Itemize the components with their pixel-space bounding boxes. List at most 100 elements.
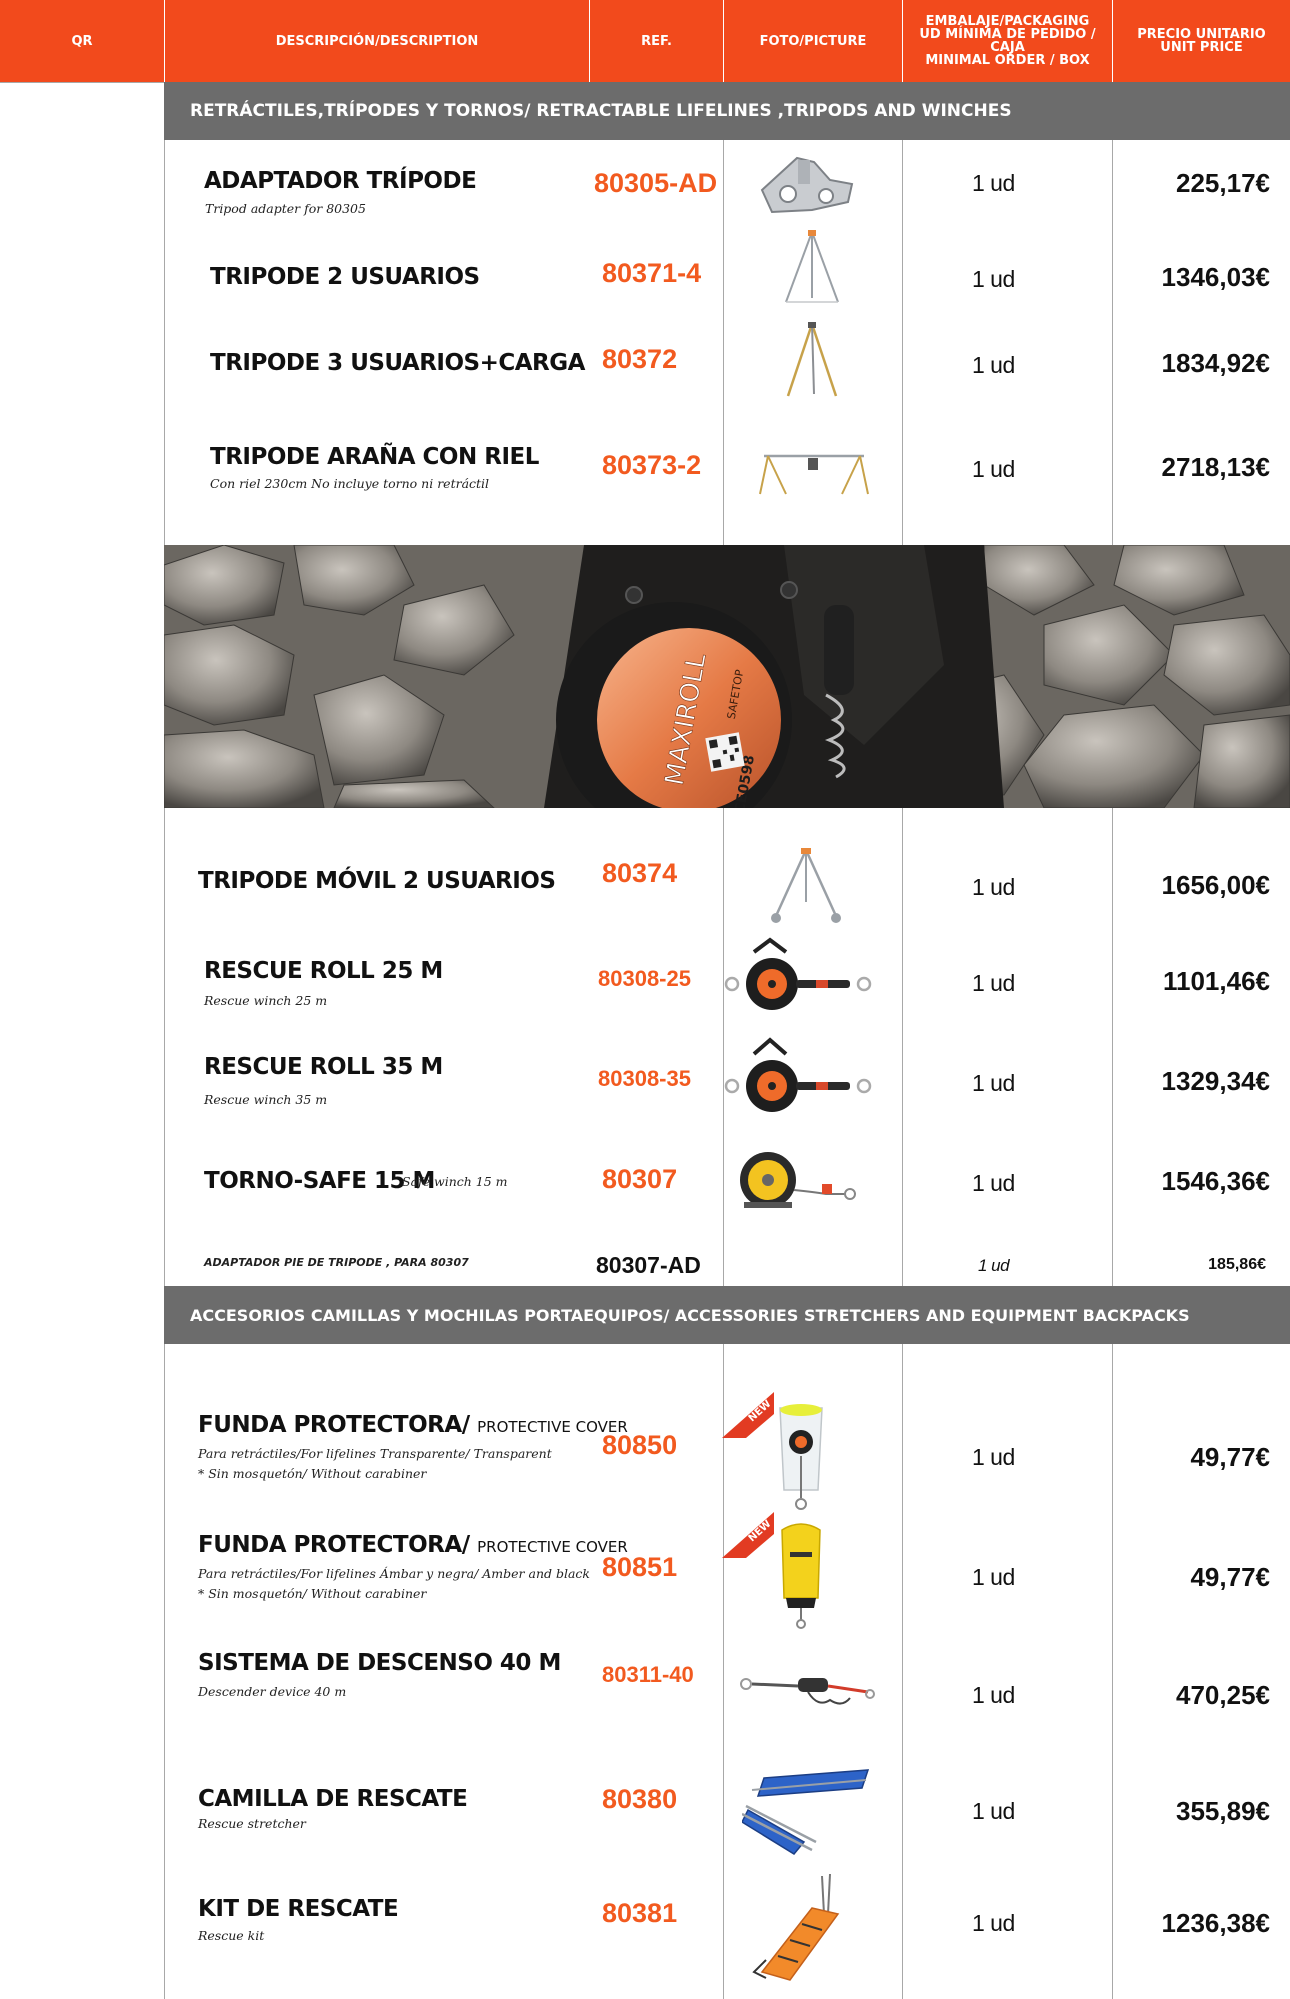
product-unit: 1 ud — [972, 266, 1015, 292]
product-name: TORNO-SAFE 15 M — [204, 1168, 435, 1194]
rescue-winch-icon — [724, 937, 872, 1010]
product-name: RESCUE ROLL 25 M — [204, 958, 443, 984]
tripod-adapter-icon — [760, 156, 854, 214]
header-packaging-line2: UD MÍNIMA DE PEDIDO / CAJA — [919, 27, 1096, 55]
product-price: 1101,46€ — [1162, 966, 1270, 996]
header-packaging: EMBALAJE/PACKAGING UD MÍNIMA DE PEDIDO /… — [903, 0, 1112, 82]
grid-line — [1112, 140, 1113, 545]
product-subtitle: Rescue winch 25 m — [204, 993, 328, 1008]
product-subtitle-note: * Sin mosquetón/ Without carabiner — [198, 1586, 427, 1601]
section-title: RETRÁCTILES,TRÍPODES Y TORNOS/ RETRACTAB… — [164, 82, 1290, 140]
product-name: TRIPODE 2 USUARIOS — [210, 264, 480, 290]
product-price: 1329,34€ — [1161, 1066, 1270, 1096]
product-subtitle: Descender device 40 m — [198, 1684, 347, 1699]
grid-line — [1112, 1344, 1113, 1999]
grid-line — [902, 1344, 903, 1999]
product-name: FUNDA PROTECTORA/ PROTECTIVE COVER — [198, 1532, 628, 1558]
product-name-main: FUNDA PROTECTORA/ — [198, 1532, 470, 1558]
product-subtitle: Para retráctiles/For lifelines Transpare… — [198, 1446, 552, 1461]
grid-line — [723, 140, 724, 545]
product-ref: 80308-35 — [598, 1066, 691, 1091]
product-price: 185,86€ — [1208, 1256, 1266, 1273]
header-description: DESCRIPCIÓN/DESCRIPTION — [275, 33, 479, 49]
product-subtitle: Safe winch 15 m — [402, 1174, 508, 1189]
product-subtitle: Rescue stretcher — [198, 1816, 306, 1831]
product-ref: 80850 — [602, 1430, 678, 1460]
product-name: SISTEMA DE DESCENSO 40 M — [198, 1650, 561, 1676]
product-price: 225,17€ — [1176, 168, 1270, 198]
product-price: 1546,36€ — [1161, 1166, 1270, 1196]
transparent-cover-icon — [779, 1404, 823, 1510]
product-unit: 1 ud — [972, 1444, 1015, 1470]
product-unit: 1 ud — [972, 170, 1015, 196]
product-price: 2718,13€ — [1161, 452, 1270, 482]
product-name: RESCUE ROLL 35 M — [204, 1054, 443, 1080]
product-ref: 80373-2 — [602, 450, 702, 480]
header-price: PRECIO UNITARIO UNIT PRICE — [1113, 0, 1290, 82]
product-price: 1656,00€ — [1161, 870, 1270, 900]
product-ref: 80381 — [602, 1898, 678, 1928]
header-picture: FOTO/PICTURE — [759, 33, 867, 49]
product-name: KIT DE RESCATE — [198, 1896, 399, 1922]
amber-cover-icon — [781, 1523, 821, 1629]
header-qr: QR — [71, 33, 93, 49]
product-name: TRIPODE MÓVIL 2 USUARIOS — [198, 868, 556, 894]
product-ref: 80372 — [602, 344, 678, 374]
product-ref: 80374 — [602, 858, 678, 888]
header-price-line2: UNIT PRICE — [1160, 40, 1243, 55]
stretcher-icon — [742, 1769, 870, 1855]
tripod-icon — [785, 230, 839, 303]
product-banner-photo: MAXIROLL SAFETOP CE0598 — [164, 545, 1290, 808]
product-subtitle: Tripod adapter for 80305 — [205, 201, 366, 216]
product-ref: 80851 — [602, 1552, 678, 1582]
product-price: 49,77€ — [1190, 1562, 1270, 1592]
product-ref: 80371-4 — [602, 258, 702, 288]
product-subtitle: Con riel 230cm No incluye torno ni retrá… — [210, 476, 490, 491]
product-unit: 1 ud — [972, 1170, 1015, 1196]
product-price: 1346,03€ — [1161, 262, 1270, 292]
product-ref: 80311-40 — [602, 1662, 694, 1687]
product-subtitle: Rescue winch 35 m — [204, 1092, 328, 1107]
spider-tripod-icon — [759, 454, 869, 495]
product-ref: 80307-AD — [596, 1252, 701, 1278]
product-name: TRIPODE ARAÑA CON RIEL — [210, 444, 539, 470]
product-unit: 1 ud — [972, 352, 1015, 378]
product-name-main: FUNDA PROTECTORA/ — [198, 1412, 470, 1438]
new-badge: NEW — [722, 1512, 774, 1558]
product-unit: 1 ud — [972, 874, 1015, 900]
new-badge: NEW — [722, 1392, 774, 1438]
product-subtitle: Rescue kit — [198, 1928, 265, 1943]
product-name: FUNDA PROTECTORA/ PROTECTIVE COVER — [198, 1412, 628, 1438]
product-price: 355,89€ — [1176, 1796, 1270, 1826]
rescue-winch-icon — [724, 1037, 872, 1112]
product-unit: 1 ud — [972, 970, 1015, 996]
product-price: 1834,92€ — [1161, 348, 1270, 378]
product-name: TRIPODE 3 USUARIOS+CARGA — [210, 350, 585, 376]
rescue-kit-icon — [752, 1874, 840, 1981]
product-name: ADAPTADOR TRÍPODE — [204, 168, 477, 194]
grid-line — [0, 82, 164, 83]
product-unit: 1 ud — [972, 456, 1015, 482]
product-price: 470,25€ — [1176, 1680, 1270, 1710]
header-ref: REF. — [641, 33, 672, 49]
product-price: 49,77€ — [1190, 1442, 1270, 1472]
product-name: ADAPTADOR PIE DE TRIPODE , PARA 80307 — [204, 1256, 469, 1269]
product-ref: 80305-AD — [594, 168, 718, 198]
product-subtitle-note: * Sin mosquetón/ Without carabiner — [198, 1466, 427, 1481]
product-price: 1236,38€ — [1161, 1908, 1270, 1938]
product-ref: 80380 — [602, 1784, 678, 1814]
grid-line — [902, 140, 903, 545]
header-packaging-line3: MINIMAL ORDER / BOX — [925, 53, 1090, 68]
grid-line — [723, 1344, 724, 1999]
table-header: QR DESCRIPCIÓN/DESCRIPTION REF. FOTO/PIC… — [0, 0, 1290, 82]
product-unit: 1 ud — [972, 1798, 1015, 1824]
product-ref: 80308-25 — [598, 966, 691, 991]
product-unit: 1 ud — [972, 1682, 1015, 1708]
tripod-icon — [786, 322, 838, 397]
product-unit: 1 ud — [978, 1256, 1010, 1275]
rocks-background-image: MAXIROLL SAFETOP CE0598 — [164, 545, 1290, 808]
section-title: ACCESORIOS CAMILLAS Y MOCHILAS PORTAEQUI… — [164, 1286, 1290, 1344]
product-unit: 1 ud — [972, 1910, 1015, 1936]
safe-winch-icon — [740, 1152, 856, 1208]
wheeled-tripod-icon — [771, 848, 841, 923]
